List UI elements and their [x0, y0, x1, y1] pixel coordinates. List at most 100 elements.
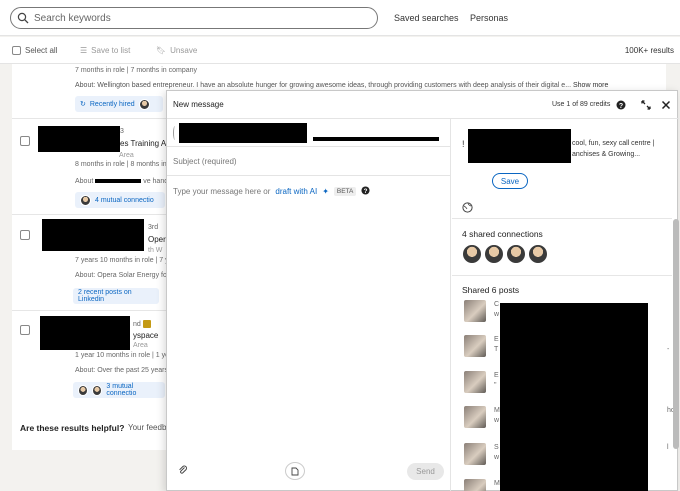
row-checkbox[interactable] [20, 230, 30, 240]
select-all[interactable]: Select all [12, 46, 57, 55]
post-text: M [494, 407, 500, 414]
mutual-connections-badge[interactable]: 3 mutual connectio [73, 382, 165, 398]
redacted-block [40, 316, 130, 350]
profile-headline-2: anchises & Growing... [572, 151, 641, 158]
subject-input[interactable]: Subject (required) [173, 157, 237, 166]
sparkle-icon: ✦ [322, 187, 329, 196]
send-button[interactable]: Send [407, 463, 444, 480]
about-text: About: Wellington based entrepreneur. I … [75, 82, 608, 89]
avatar[interactable] [506, 244, 526, 264]
location-line: Area [75, 152, 134, 159]
profile-sidebar: ! cool, fun, sexy call centre | anchises… [452, 119, 679, 491]
select-all-checkbox[interactable] [12, 46, 21, 55]
list-icon: ☰ [80, 46, 88, 55]
premium-icon [142, 320, 151, 328]
row-checkbox[interactable] [20, 325, 30, 335]
search-icon [17, 12, 29, 26]
select-all-label: Select all [25, 46, 58, 55]
unsave-button[interactable]: 🔖︎ Unsave [156, 46, 197, 55]
action-bar: Select all ☰ Save to list 🔖︎ Unsave 100K… [0, 37, 680, 64]
status-badge: ↻ Recently hired [75, 96, 163, 112]
role-line: 8 months in role | 8 months in [75, 161, 167, 168]
post-text: " [494, 382, 497, 389]
show-more-link[interactable]: Show more [573, 82, 608, 89]
profile-marker: ! [462, 139, 465, 149]
avatar [80, 194, 91, 206]
post-text: w [494, 311, 500, 318]
post-text: w [494, 454, 500, 461]
personas-link[interactable]: Personas [470, 13, 508, 23]
refresh-icon: ↻ [80, 101, 86, 108]
title-fragment: yspace [133, 331, 159, 340]
about-label: About: [75, 82, 96, 89]
avatar[interactable] [462, 244, 482, 264]
info-icon: ? [361, 186, 370, 197]
degree-label: 3 [120, 128, 124, 135]
redacted-profile-name [468, 129, 571, 163]
attach-icon[interactable] [178, 465, 188, 477]
template-icon[interactable] [285, 462, 305, 480]
redacted-block [42, 219, 144, 251]
title-fragment: es Training A [120, 139, 167, 148]
feedback-link[interactable]: Your feedb [128, 423, 166, 432]
subject-field[interactable]: Subject (required) [167, 147, 451, 176]
svg-text:?: ? [364, 188, 368, 195]
avatar[interactable] [528, 244, 548, 264]
post-text: E [494, 336, 499, 343]
saved-searches-link[interactable]: Saved searches [394, 13, 459, 23]
role-line: 7 years 10 months in role | 7 y [75, 257, 169, 264]
post-text: l [667, 444, 669, 451]
expand-icon[interactable] [641, 100, 651, 113]
close-icon[interactable] [661, 100, 671, 113]
avatar [92, 384, 103, 396]
post-text: E [494, 372, 499, 379]
post-thumbnail [464, 479, 486, 491]
search-input[interactable]: Search keywords [34, 13, 111, 24]
scrollbar[interactable] [673, 219, 679, 449]
about-label: About: [75, 367, 96, 374]
redacted-recipient-line [313, 137, 439, 141]
bookmark-icon: 🔖︎ [156, 46, 167, 55]
divider [452, 275, 672, 276]
about-text: About: Opera Solar Energy fou [75, 272, 171, 279]
search-box[interactable]: Search keywords [10, 7, 378, 29]
modal-title: New message [173, 100, 224, 109]
about-text: About ve hand [75, 178, 168, 185]
profile-headline-1: cool, fun, sexy call centre | [572, 140, 655, 147]
shared-connections-avatars [462, 244, 548, 264]
draft-with-ai-link[interactable]: draft with AI [275, 187, 317, 196]
post-text: w [494, 417, 500, 424]
save-button[interactable]: Save [492, 173, 528, 189]
divider [452, 218, 672, 219]
about-body: Over the past 25 years, [97, 367, 170, 374]
status-badge-label: Recently hired [89, 100, 135, 108]
about-body: Wellington based entrepreneur. I have an… [97, 82, 572, 89]
feedback-prompt: Are these results helpful? Your feedb [12, 410, 172, 446]
redacted-inline [95, 179, 142, 184]
compose-pane: Subject (required) Type your message her… [167, 119, 451, 491]
about-label: About: [75, 272, 96, 279]
about-text: About: Over the past 25 years, [75, 367, 170, 374]
message-placeholder: Type your message here or [173, 187, 271, 196]
help-icon[interactable]: ? [616, 100, 626, 113]
message-body[interactable]: Type your message here or draft with AI … [173, 186, 370, 197]
avatar[interactable] [484, 244, 504, 264]
mutual-connections-badge[interactable]: 4 mutual connectio [75, 192, 165, 208]
row-checkbox[interactable] [20, 136, 30, 146]
unsave-label: Unsave [170, 46, 198, 55]
post-thumbnail [464, 300, 486, 322]
degree-text: nd [133, 320, 141, 328]
post-text: - [667, 346, 670, 353]
credits-indicator: Use 1 of 89 credits [552, 101, 611, 108]
degree-label: 3rd [148, 224, 159, 231]
feedback-question: Are these results helpful? [20, 423, 125, 433]
recent-posts-label: 2 recent posts on Linkedin [78, 289, 132, 303]
about-label: About [75, 178, 94, 185]
post-text: M [494, 480, 500, 487]
recipient-field[interactable] [167, 119, 451, 147]
avatar [78, 384, 89, 396]
top-bar: Search keywords Saved searches Personas [0, 0, 680, 36]
save-to-list-button[interactable]: ☰ Save to list [80, 46, 130, 55]
recent-posts-badge[interactable]: 2 recent posts on Linkedin [73, 288, 159, 304]
globe-icon[interactable] [462, 202, 473, 215]
